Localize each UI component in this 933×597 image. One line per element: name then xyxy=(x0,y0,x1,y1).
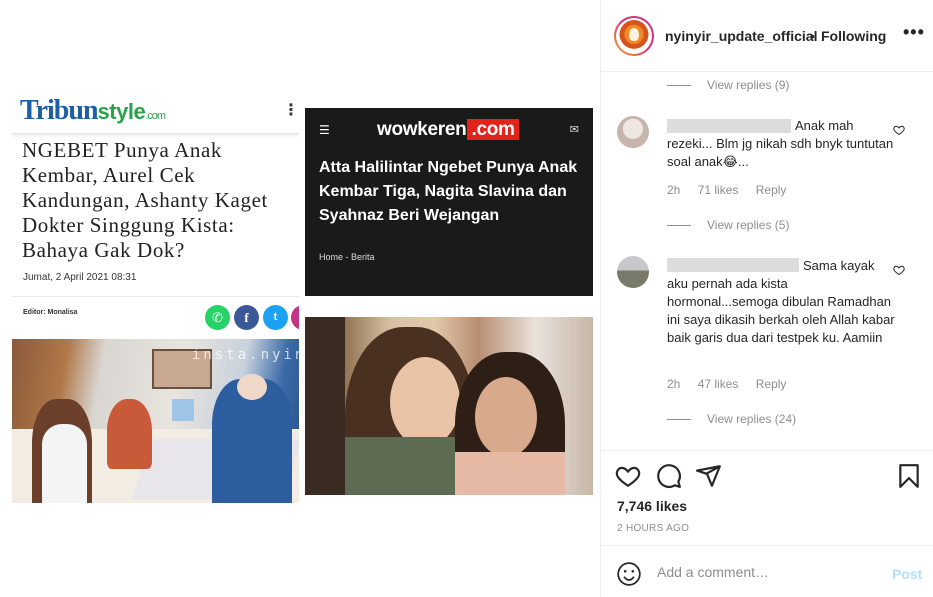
tribunstyle-header: Tribunstyle.com ⋮ xyxy=(12,88,299,134)
wowkeren-article-card: ☰ wowkeren .com ✉ Atta Halilintar Ngebet … xyxy=(305,108,593,296)
comment-icon[interactable] xyxy=(656,463,682,489)
commenter-avatar[interactable] xyxy=(617,256,649,288)
twitter-icon: t xyxy=(263,305,288,330)
facebook-icon: f xyxy=(234,305,259,330)
like-comment-heart-icon[interactable] xyxy=(893,264,905,276)
post-header: nyinyir_update_official • Following ••• xyxy=(601,0,933,72)
wowkeren-breadcrumb: Home - Berita xyxy=(319,252,375,262)
wowkeren-header: ☰ wowkeren .com ✉ xyxy=(305,108,593,152)
comment-time: 2h xyxy=(667,183,681,197)
view-replies-button[interactable]: View replies (9) xyxy=(667,78,789,92)
clinic-photo: insta.nyinyir xyxy=(12,339,299,503)
hamburger-menu-icon: ☰ xyxy=(319,123,330,137)
instagram-share-icon: ◘ xyxy=(291,305,299,330)
likes-count[interactable]: 7,746 likes xyxy=(617,498,687,514)
header-separator: • xyxy=(810,28,815,44)
wowkeren-logo: wowkeren .com xyxy=(377,119,519,141)
article-date: Jumat, 2 April 2021 08:31 xyxy=(23,272,137,283)
comment-likes-button[interactable]: 47 likes xyxy=(698,377,739,391)
more-options-icon[interactable]: ••• xyxy=(903,22,925,43)
mail-icon: ✉ xyxy=(569,124,579,136)
post-image[interactable]: Tribunstyle.com ⋮ NGEBET Punya Anak Kemb… xyxy=(0,0,600,597)
post-actions: 7,746 likes 2 HOURS AGO xyxy=(601,450,933,545)
bookmark-icon[interactable] xyxy=(896,463,922,489)
heart-icon[interactable] xyxy=(615,463,641,489)
wowkeren-headline: Atta Halilintar Ngebet Punya Anak Kembar… xyxy=(319,159,578,224)
tribunstyle-headline: NGEBET Punya Anak Kembar, Aurel Cek Kand… xyxy=(22,138,268,262)
kebab-menu-icon: ⋮ xyxy=(283,102,299,119)
reply-button[interactable]: Reply xyxy=(756,183,787,197)
tribunstyle-article-card: Tribunstyle.com ⋮ NGEBET Punya Anak Kemb… xyxy=(12,88,299,503)
reply-button[interactable]: Reply xyxy=(756,377,787,391)
share-icon[interactable] xyxy=(696,463,722,489)
comment-likes-button[interactable]: 71 likes xyxy=(698,183,739,197)
comments-list[interactable]: View replies (9) Anak mah rezeki... Blm … xyxy=(601,72,933,450)
whatsapp-icon: ✆ xyxy=(205,305,230,330)
comment-meta: 2h 71 likes Reply xyxy=(667,183,800,197)
post-time[interactable]: 2 HOURS AGO xyxy=(617,523,689,534)
username-link[interactable]: nyinyir_update_official xyxy=(665,28,817,44)
editor-share-row: Editor: Monalisa ✆ f t ◘ xyxy=(12,296,299,338)
like-comment-heart-icon[interactable] xyxy=(893,124,905,136)
profile-avatar[interactable] xyxy=(614,16,654,56)
post-sidebar: nyinyir_update_official • Following ••• … xyxy=(600,0,933,597)
comment-text: Sama kayak aku pernah ada kista hormonal… xyxy=(667,258,895,345)
emoji-icon[interactable] xyxy=(616,561,642,587)
view-replies-button[interactable]: View replies (24) xyxy=(667,412,796,426)
watermark-text: insta.nyinyir xyxy=(192,347,299,363)
comment-input[interactable] xyxy=(657,561,877,583)
add-comment-bar: Post xyxy=(601,545,933,597)
post-comment-button[interactable]: Post xyxy=(892,566,922,582)
following-button[interactable]: Following xyxy=(821,28,886,44)
instagram-post-view: Tribunstyle.com ⋮ NGEBET Punya Anak Kemb… xyxy=(0,0,933,597)
comment-text: Anak mah rezeki... Blm jg nikah sdh bnyk… xyxy=(667,118,894,169)
article-editor: Editor: Monalisa xyxy=(23,309,78,316)
celebrity-photo xyxy=(305,317,593,495)
comment-meta: 2h 47 likes Reply xyxy=(667,377,800,391)
view-replies-button[interactable]: View replies (5) xyxy=(667,218,789,232)
commenter-avatar[interactable] xyxy=(617,116,649,148)
comment-time: 2h xyxy=(667,377,681,391)
tribunstyle-logo: Tribunstyle.com xyxy=(20,95,166,126)
